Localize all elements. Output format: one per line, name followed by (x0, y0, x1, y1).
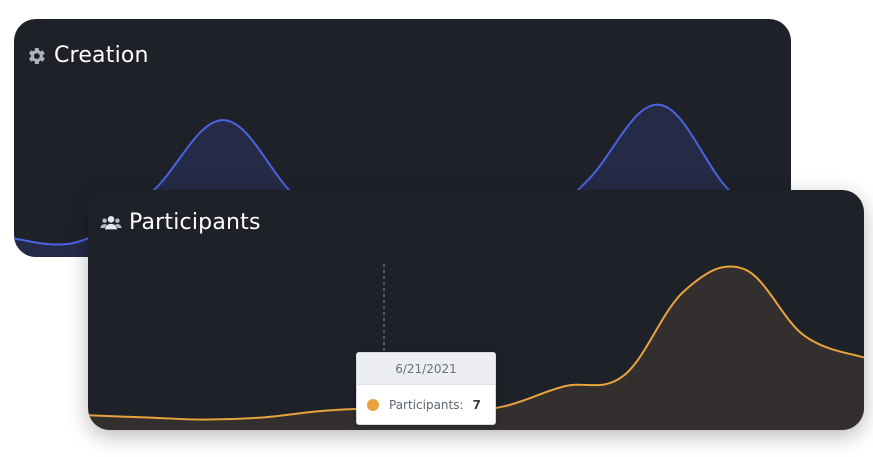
participants-header: Participants (100, 210, 261, 235)
dashboard-stage: Creation Participants 6/21/2021 Particip… (0, 0, 873, 457)
series-marker-icon (367, 398, 379, 411)
gear-icon (25, 45, 47, 67)
chart-tooltip: 6/21/2021 Participants: 7 (356, 352, 496, 425)
creation-header: Creation (25, 43, 149, 68)
participants-title: Participants (129, 210, 261, 235)
tooltip-value: 7 (472, 397, 481, 412)
tooltip-series-label: Participants: (389, 397, 464, 412)
tooltip-body: Participants: 7 (357, 385, 495, 424)
participants-card: Participants 6/21/2021 Participants: 7 (88, 190, 864, 430)
tooltip-date: 6/21/2021 (357, 353, 495, 385)
users-icon (100, 212, 122, 234)
creation-title: Creation (54, 43, 149, 68)
